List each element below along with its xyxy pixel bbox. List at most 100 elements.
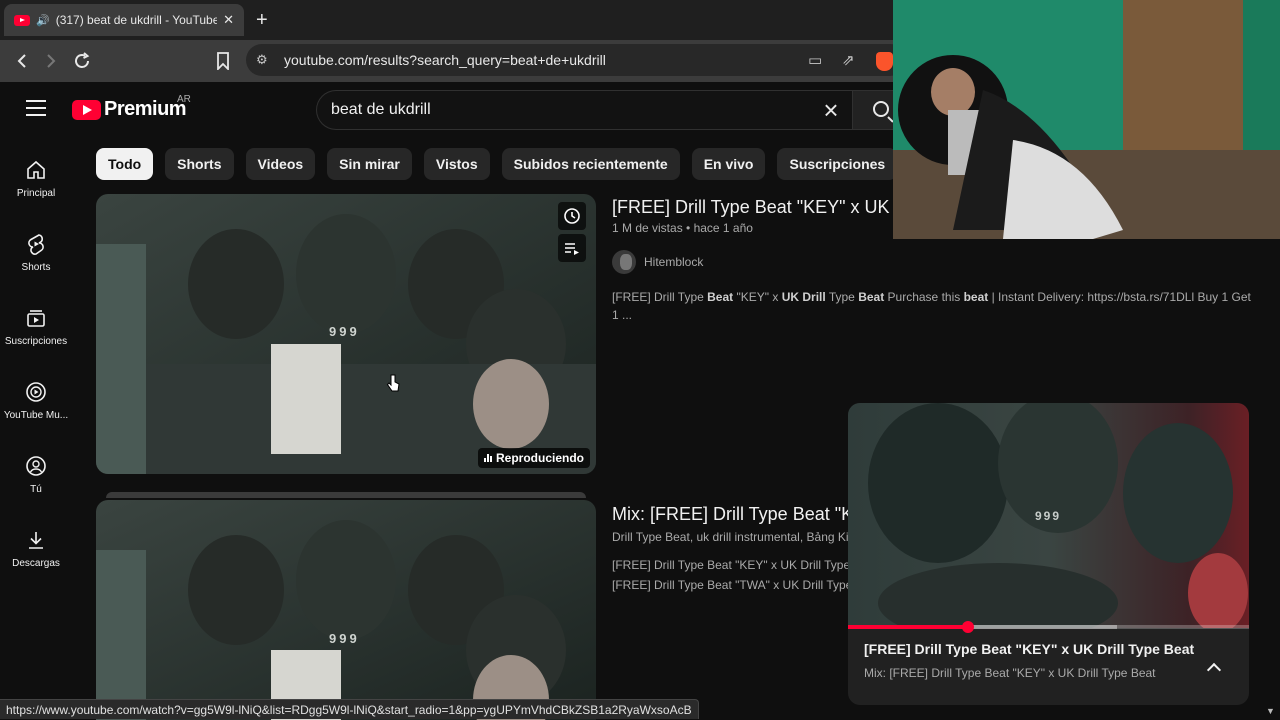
shorts-icon	[24, 232, 48, 256]
desc-text: [FREE] Drill Type	[612, 290, 708, 304]
equalizer-icon	[483, 454, 492, 462]
sidebar-item-label: Descargas	[12, 558, 60, 569]
video-title[interactable]: Mix: [FREE] Drill Type Beat "KEY" x UK D…	[612, 504, 848, 525]
chip-en-vivo[interactable]: En vivo	[691, 148, 766, 180]
sidebar-item-suscripciones[interactable]: Suscripciones	[0, 288, 72, 358]
scrubber-handle[interactable]	[962, 621, 975, 633]
sidebar-item-label: Principal	[16, 188, 56, 199]
now-playing-badge: Reproduciendo	[477, 448, 590, 468]
close-icon[interactable]: ✕	[223, 12, 234, 28]
chip-vistos[interactable]: Vistos	[423, 148, 490, 180]
search-icon	[873, 101, 889, 117]
mix-stack-decoration	[106, 492, 586, 498]
new-tab-button[interactable]: +	[256, 8, 268, 32]
sidebar-item-label: Shorts	[21, 262, 51, 273]
video-description: [FREE] Drill Type Beat "KEY" x UK Drill …	[612, 288, 1251, 324]
now-playing-label: Reproduciendo	[495, 451, 584, 465]
home-icon	[24, 158, 48, 182]
menu-icon[interactable]	[26, 100, 46, 116]
thumbnail-image	[96, 500, 596, 720]
chip-suscripciones[interactable]: Suscripciones	[777, 148, 898, 180]
video-title[interactable]: [FREE] Drill Type Beat "KEY" x UK Drill …	[612, 197, 893, 218]
reload-icon	[75, 52, 90, 68]
desc-highlight: UK Drill	[781, 290, 826, 304]
search-input[interactable]: beat de ukdrill ×	[316, 90, 852, 130]
back-button[interactable]	[9, 48, 35, 74]
desc-highlight: Beat	[707, 290, 734, 304]
miniplayer-progress-bar[interactable]	[848, 621, 1249, 633]
chip-videos[interactable]: Videos	[245, 148, 316, 180]
chip-todo[interactable]: Todo	[96, 148, 154, 180]
address-url: youtube.com/results?search_query=beat+de…	[284, 52, 606, 68]
video-thumbnail[interactable]: Reproduciendo 999	[96, 194, 596, 474]
youtube-music-icon	[24, 380, 48, 404]
desc-text: "KEY" x	[733, 290, 782, 304]
address-bar[interactable]: ⚙ youtube.com/results?search_query=beat+…	[246, 44, 906, 76]
mix-track: [FREE] Drill Type Beat "TWA" x UK Drill …	[612, 578, 848, 592]
watch-later-icon[interactable]	[558, 202, 586, 230]
sidebar-item-label: Suscripciones	[4, 336, 68, 347]
chevron-up-icon[interactable]	[1202, 655, 1226, 679]
screen: 🔊 (317) beat de ukdrill - YouTube ✕ + ⚙ …	[0, 0, 1280, 720]
played-bar	[848, 625, 969, 629]
reload-button[interactable]	[69, 48, 95, 74]
desc-text: Purchase this	[884, 290, 964, 304]
chip-shorts[interactable]: Shorts	[165, 148, 234, 180]
miniplayer[interactable]: 999 [FREE] Drill Type Beat "KEY" x UK Dr…	[848, 403, 1249, 705]
webcam-image	[893, 0, 1280, 239]
sidebar-item-shorts[interactable]: Shorts	[0, 214, 72, 284]
desc-text: | Instant Delivery: https://bsta.rs/71DL…	[988, 290, 1251, 304]
forward-arrow-icon	[47, 54, 56, 68]
cast-icon[interactable]: ▭	[808, 51, 822, 69]
video-metadata: 1 M de vistas • hace 1 año	[612, 221, 753, 235]
site-settings-icon[interactable]: ⚙	[256, 52, 268, 68]
hand-cursor-icon	[386, 374, 400, 392]
video-metadata: Drill Type Beat, uk drill instrumental, …	[612, 530, 848, 544]
chip-subidos-recientemente[interactable]: Subidos recientemente	[501, 148, 680, 180]
sidebar-item-principal[interactable]: Principal	[0, 140, 72, 210]
mix-thumbnail[interactable]: 999	[96, 500, 596, 720]
sidebar-item-youtube-music[interactable]: YouTube Mu...	[0, 362, 72, 432]
channel-name[interactable]: Hitemblock	[644, 255, 703, 269]
you-icon	[24, 454, 48, 478]
scroll-down-icon[interactable]: ▼	[1266, 706, 1275, 716]
avatar[interactable]	[612, 250, 636, 274]
browser-tab[interactable]: 🔊 (317) beat de ukdrill - YouTube ✕	[4, 4, 244, 36]
share-icon[interactable]: ⇗	[842, 51, 855, 69]
webcam-overlay	[893, 0, 1280, 239]
filter-chips: Todo Shorts Videos Sin mirar Vistos Subi…	[96, 148, 898, 180]
back-arrow-icon	[17, 54, 26, 68]
miniplayer-video[interactable]: 999	[848, 403, 1249, 643]
youtube-logo-icon[interactable]	[72, 100, 101, 120]
subscriptions-icon	[24, 306, 48, 330]
sidebar-item-label: Tú	[30, 484, 42, 495]
clear-search-button[interactable]: ×	[816, 95, 846, 125]
bookmark-button[interactable]	[210, 48, 236, 74]
chip-sin-mirar[interactable]: Sin mirar	[327, 148, 412, 180]
sidebar-item-label: YouTube Mu...	[3, 410, 69, 421]
desc-continuation: 1 ...	[612, 308, 633, 322]
miniplayer-video-text: 999	[1035, 509, 1062, 523]
country-code: AR	[177, 94, 191, 105]
mix-track: [FREE] Drill Type Beat "KEY" x UK Drill …	[612, 558, 848, 572]
desc-highlight: Beat	[858, 290, 885, 304]
sidebar-item-tu[interactable]: Tú	[0, 436, 72, 506]
search-query: beat de ukdrill	[331, 101, 431, 118]
sidebar-item-descargas[interactable]: Descargas	[0, 510, 72, 580]
add-to-queue-icon[interactable]	[558, 234, 586, 262]
thumbnail-text: 999	[329, 324, 360, 339]
brave-shield-icon[interactable]	[876, 52, 893, 71]
tab-title: (317) beat de ukdrill - YouTube	[55, 13, 218, 27]
forward-button[interactable]	[38, 48, 64, 74]
logo-text[interactable]: Premium	[104, 98, 187, 121]
link-status-bar: https://www.youtube.com/watch?v=gg5W9l-l…	[0, 699, 699, 719]
desc-text: Type	[825, 290, 859, 304]
mix-description: [FREE] Drill Type Beat "KEY" x UK Drill …	[612, 556, 848, 594]
speaker-icon[interactable]: 🔊	[36, 14, 50, 27]
youtube-favicon-icon	[14, 14, 30, 26]
download-icon	[24, 528, 48, 552]
bookmark-icon	[217, 52, 229, 70]
thumbnail-text: 999	[329, 631, 360, 646]
channel-link[interactable]: Hitemblock	[612, 250, 703, 274]
miniplayer-title[interactable]: [FREE] Drill Type Beat "KEY" x UK Drill …	[864, 641, 1194, 657]
